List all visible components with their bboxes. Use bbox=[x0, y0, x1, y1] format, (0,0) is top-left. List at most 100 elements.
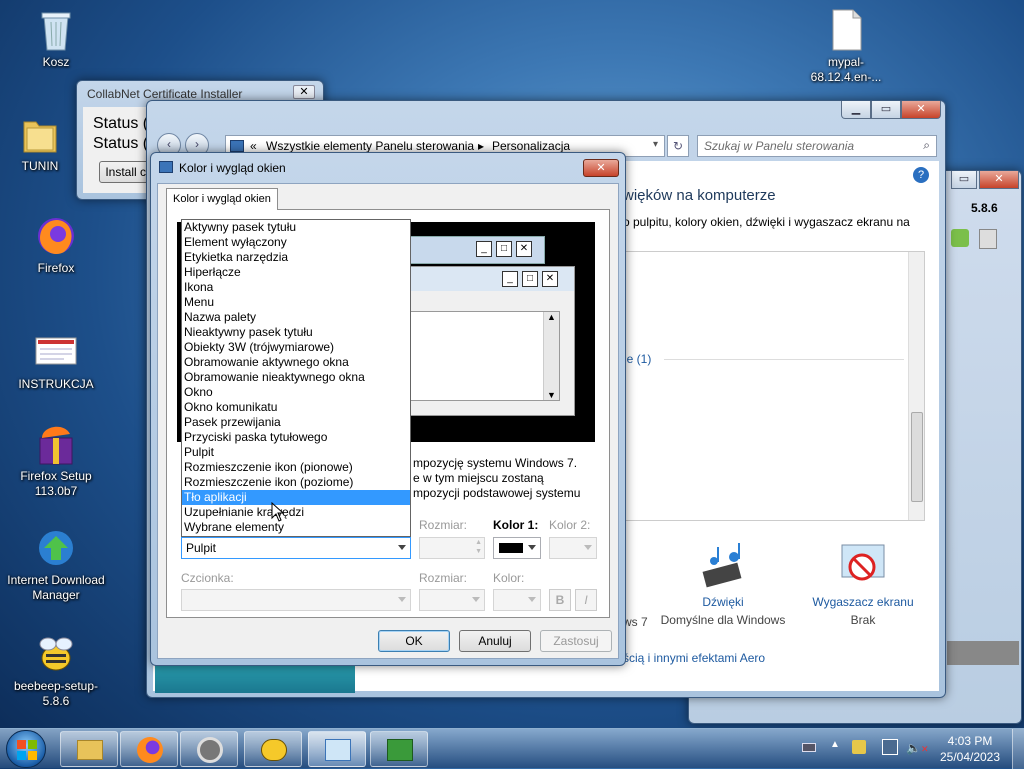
chevron-down-icon[interactable] bbox=[528, 545, 536, 550]
desktop-icon-mypal[interactable]: mypal-68.12.4.en-... bbox=[796, 8, 896, 85]
beebeep-icon bbox=[261, 739, 287, 761]
cp-themes-list[interactable]: ie (1) bbox=[623, 251, 925, 521]
element-option[interactable]: Obramowanie aktywnego okna bbox=[182, 355, 410, 370]
taskbar-app-raccoon[interactable] bbox=[180, 731, 238, 767]
element-option[interactable]: Pasek przewijania bbox=[182, 415, 410, 430]
chevron-down-icon[interactable] bbox=[398, 545, 406, 550]
chevron-down-icon[interactable] bbox=[398, 597, 406, 602]
desktop-icon-firefox[interactable]: Firefox bbox=[6, 214, 106, 276]
taskbar-beebeep[interactable] bbox=[244, 731, 302, 767]
element-option[interactable]: Obiekty 3W (trójwymiarowe) bbox=[182, 340, 410, 355]
beebeep-toolbar-icon[interactable] bbox=[951, 229, 969, 247]
cp-screensaver-item[interactable]: Wygaszacz ekranu Brak bbox=[793, 541, 933, 627]
size-label: Rozmiar: bbox=[419, 518, 468, 532]
cp-maximize-button[interactable]: ▭ bbox=[871, 101, 901, 119]
collabnet-close-button[interactable]: ✕ bbox=[293, 85, 315, 99]
element-option[interactable]: Pulpit bbox=[182, 445, 410, 460]
cp-themes-scrollbar[interactable] bbox=[908, 252, 924, 520]
element-option[interactable]: Element wyłączony bbox=[182, 235, 410, 250]
cp-help-icon[interactable]: ? bbox=[913, 167, 929, 183]
start-button[interactable] bbox=[6, 730, 46, 768]
folder-icon bbox=[77, 740, 103, 760]
cp-breadcrumb-sep[interactable]: ▸ bbox=[478, 139, 484, 153]
element-option[interactable]: Rozmieszczenie ikon (pionowe) bbox=[182, 460, 410, 475]
mouse-cursor-icon bbox=[271, 502, 285, 522]
desktop-icon-firefox-setup[interactable]: Firefox Setup 113.0b7 bbox=[6, 422, 106, 499]
element-option[interactable]: Rozmieszczenie ikon (poziome) bbox=[182, 475, 410, 490]
taskbar-control-panel[interactable] bbox=[308, 731, 366, 767]
font-color-picker[interactable] bbox=[493, 589, 541, 611]
taskbar-explorer[interactable] bbox=[60, 731, 118, 767]
size-spinner[interactable]: ▲ ▼ bbox=[419, 537, 485, 559]
beebeep-close-button[interactable]: ✕ bbox=[979, 171, 1019, 189]
desktop-icon-folder[interactable]: TUNIN bbox=[0, 112, 80, 174]
network-icon[interactable] bbox=[882, 739, 898, 755]
volume-muted-icon[interactable]: 🔈✕ bbox=[906, 741, 929, 755]
beebeep-maximize-button[interactable]: ▭ bbox=[951, 171, 977, 189]
clock[interactable]: 4:03 PM 25/04/2023 bbox=[930, 733, 1010, 765]
italic-button[interactable]: I bbox=[575, 589, 597, 611]
dialog-close-button[interactable]: ✕ bbox=[583, 159, 619, 177]
firefox-icon bbox=[34, 214, 78, 258]
beebeep-trash-icon[interactable] bbox=[979, 229, 997, 249]
element-option[interactable]: Wybrane elementy bbox=[182, 520, 410, 535]
chevron-down-icon[interactable] bbox=[528, 597, 536, 602]
desktop-icon-beebeep[interactable]: beebeep-setup-5.8.6 bbox=[6, 632, 106, 709]
chevron-down-icon[interactable] bbox=[584, 545, 592, 550]
action-center-icon[interactable] bbox=[852, 740, 866, 754]
element-option[interactable]: Uzupełnianie krawędzi bbox=[182, 505, 410, 520]
cancel-button[interactable]: Anuluj bbox=[459, 630, 531, 652]
desktop-icon-label: Internet Download Manager bbox=[7, 573, 105, 602]
element-option[interactable]: Przyciski paska tytułowego bbox=[182, 430, 410, 445]
dialog-info-line-3: mpozycji podstawowej systemu bbox=[413, 486, 581, 500]
taskbar-firefox[interactable] bbox=[120, 731, 178, 767]
element-option[interactable]: Etykietka narzędzia bbox=[182, 250, 410, 265]
bold-button[interactable]: B bbox=[549, 589, 571, 611]
element-option[interactable]: Okno bbox=[182, 385, 410, 400]
element-dropdown-list[interactable]: Aktywny pasek tytułu Element wyłączony Ety… bbox=[181, 219, 411, 537]
dialog-tab[interactable]: Kolor i wygląd okien bbox=[166, 188, 278, 210]
element-option[interactable]: Aktywny pasek tytułu bbox=[182, 220, 410, 235]
raccoon-icon bbox=[197, 737, 223, 763]
color1-picker[interactable] bbox=[493, 537, 541, 559]
element-option[interactable]: Nazwa palety bbox=[182, 310, 410, 325]
dialog-info-line-1: mpozycję systemu Windows 7. bbox=[413, 456, 578, 470]
desktop-icon-idm[interactable]: Internet Download Manager bbox=[6, 526, 106, 603]
cp-screensaver-title[interactable]: Wygaszacz ekranu bbox=[793, 595, 933, 609]
element-option[interactable]: Tło aplikacji bbox=[182, 490, 410, 505]
cp-aero-link[interactable]: ścią i innymi efektami Aero bbox=[623, 651, 765, 665]
desktop-icon-recycle-bin[interactable]: Kosz bbox=[6, 8, 106, 70]
cp-sounds-sub: Domyślne dla Windows bbox=[660, 613, 786, 627]
color2-picker[interactable] bbox=[549, 537, 597, 559]
element-option[interactable]: Menu bbox=[182, 295, 410, 310]
cp-search-input[interactable]: Szukaj w Panelu sterowania ⌕ bbox=[697, 135, 937, 157]
chevron-down-icon[interactable]: ▾ bbox=[653, 139, 658, 150]
show-hidden-icons-icon[interactable]: ▲ bbox=[830, 739, 840, 750]
element-option[interactable]: Nieaktywny pasek tytułu bbox=[182, 325, 410, 340]
element-option[interactable]: Obramowanie nieaktywnego okna bbox=[182, 370, 410, 385]
element-option[interactable]: Hiperłącze bbox=[182, 265, 410, 280]
cp-minimize-button[interactable]: ▁ bbox=[841, 101, 871, 119]
beebeep-version: 5.8.6 bbox=[971, 201, 998, 215]
desktop-icon-label: mypal-68.12.4.en-... bbox=[810, 55, 882, 84]
cp-breadcrumb-root[interactable]: Wszystkie elementy Panelu sterowania bbox=[266, 139, 474, 153]
apply-button[interactable]: Zastosuj bbox=[540, 630, 612, 652]
keyboard-icon[interactable] bbox=[802, 743, 816, 752]
dialog-title: Kolor i wygląd okien bbox=[179, 161, 286, 175]
taskbar-personalization[interactable] bbox=[370, 731, 428, 767]
desktop-icon-instrukcja[interactable]: INSTRUKCJA bbox=[6, 330, 106, 392]
cp-breadcrumb-current[interactable]: Personalizacja bbox=[492, 139, 570, 153]
cp-sounds-title[interactable]: Dźwięki bbox=[653, 595, 793, 609]
cp-sounds-item[interactable]: Dźwięki Domyślne dla Windows bbox=[653, 541, 793, 627]
font-size-select[interactable] bbox=[419, 589, 485, 611]
element-option[interactable]: Ikona bbox=[182, 280, 410, 295]
cp-close-button[interactable]: ✕ bbox=[901, 101, 941, 119]
ok-button[interactable]: OK bbox=[378, 630, 450, 652]
element-select[interactable]: Pulpit bbox=[181, 537, 411, 559]
chevron-down-icon[interactable] bbox=[472, 597, 480, 602]
font-select[interactable] bbox=[181, 589, 411, 611]
cp-refresh-button[interactable]: ↻ bbox=[667, 135, 689, 157]
show-desktop-button[interactable] bbox=[1012, 729, 1024, 769]
element-option[interactable]: Okno komunikatu bbox=[182, 400, 410, 415]
color-appearance-dialog[interactable]: Kolor i wygląd okien ✕ Kolor i wygląd ok… bbox=[150, 152, 626, 666]
